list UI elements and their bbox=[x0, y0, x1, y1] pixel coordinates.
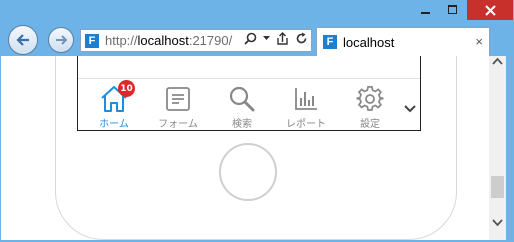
tab-search[interactable]: 検索 bbox=[210, 78, 274, 130]
search-icon bbox=[229, 86, 255, 111]
phone-home-button[interactable] bbox=[219, 143, 277, 201]
vertical-scrollbar[interactable] bbox=[489, 56, 506, 240]
screen-content bbox=[78, 56, 420, 79]
browser-tab[interactable]: F localhost × bbox=[316, 27, 490, 56]
arrow-right-icon bbox=[56, 35, 68, 45]
notification-badge: 10 bbox=[118, 80, 135, 97]
minimize-icon bbox=[421, 12, 430, 14]
tab-label-home: ホーム bbox=[99, 119, 129, 130]
title-bar bbox=[0, 0, 514, 24]
tab-settings[interactable]: 設定 bbox=[338, 78, 402, 130]
scroll-up-icon[interactable] bbox=[492, 58, 503, 65]
tab-report[interactable]: レポート bbox=[274, 78, 338, 130]
url-port: :21790/ bbox=[188, 33, 233, 48]
tab-form[interactable]: フォーム bbox=[146, 78, 210, 130]
back-button[interactable] bbox=[8, 25, 38, 55]
search-icon[interactable] bbox=[244, 32, 257, 45]
navigation-bar: F http://localhost:21790/ F localhost × bbox=[0, 24, 514, 56]
address-bar[interactable]: F http://localhost:21790/ bbox=[80, 29, 312, 52]
close-window-button[interactable] bbox=[467, 0, 513, 20]
browser-window: F http://localhost:21790/ F localhost × bbox=[0, 0, 514, 242]
phone-screen: 10 ホーム フォーム 検索 レポート 設定 bbox=[77, 56, 421, 131]
tab-label-settings: 設定 bbox=[360, 119, 380, 130]
more-button[interactable] bbox=[404, 98, 416, 117]
tab-home[interactable]: 10 ホーム bbox=[82, 78, 146, 130]
app-tab-bar: 10 ホーム フォーム 検索 レポート 設定 bbox=[78, 78, 420, 130]
scroll-down-icon[interactable] bbox=[492, 219, 503, 226]
forward-button[interactable] bbox=[48, 27, 74, 53]
page-content: 10 ホーム フォーム 検索 レポート 設定 bbox=[1, 56, 495, 240]
bar-chart-icon bbox=[295, 87, 317, 110]
tab-title: localhost bbox=[343, 34, 395, 50]
tab-close-button[interactable]: × bbox=[475, 34, 483, 49]
gear-icon bbox=[356, 85, 384, 111]
maximize-button[interactable] bbox=[440, 0, 466, 20]
form-icon bbox=[166, 86, 190, 111]
tab-label-search: 検索 bbox=[232, 119, 252, 130]
tab-label-report: レポート bbox=[286, 119, 326, 130]
compatibility-icon[interactable] bbox=[276, 32, 289, 45]
refresh-icon[interactable] bbox=[295, 32, 308, 45]
scrollbar-thumb[interactable] bbox=[491, 176, 504, 198]
close-icon bbox=[484, 4, 496, 16]
chevron-down-icon bbox=[404, 105, 416, 113]
tab-favicon: F bbox=[323, 35, 337, 49]
minimize-button[interactable] bbox=[413, 0, 439, 20]
dropdown-arrow-icon[interactable] bbox=[263, 36, 270, 41]
url-scheme: http:// bbox=[105, 33, 138, 48]
arrow-left-icon bbox=[16, 34, 29, 46]
maximize-icon bbox=[448, 5, 457, 14]
window-frame-right bbox=[506, 56, 514, 242]
site-favicon: F bbox=[85, 33, 99, 48]
url-host: localhost bbox=[137, 33, 189, 48]
tab-label-form: フォーム bbox=[158, 119, 198, 130]
